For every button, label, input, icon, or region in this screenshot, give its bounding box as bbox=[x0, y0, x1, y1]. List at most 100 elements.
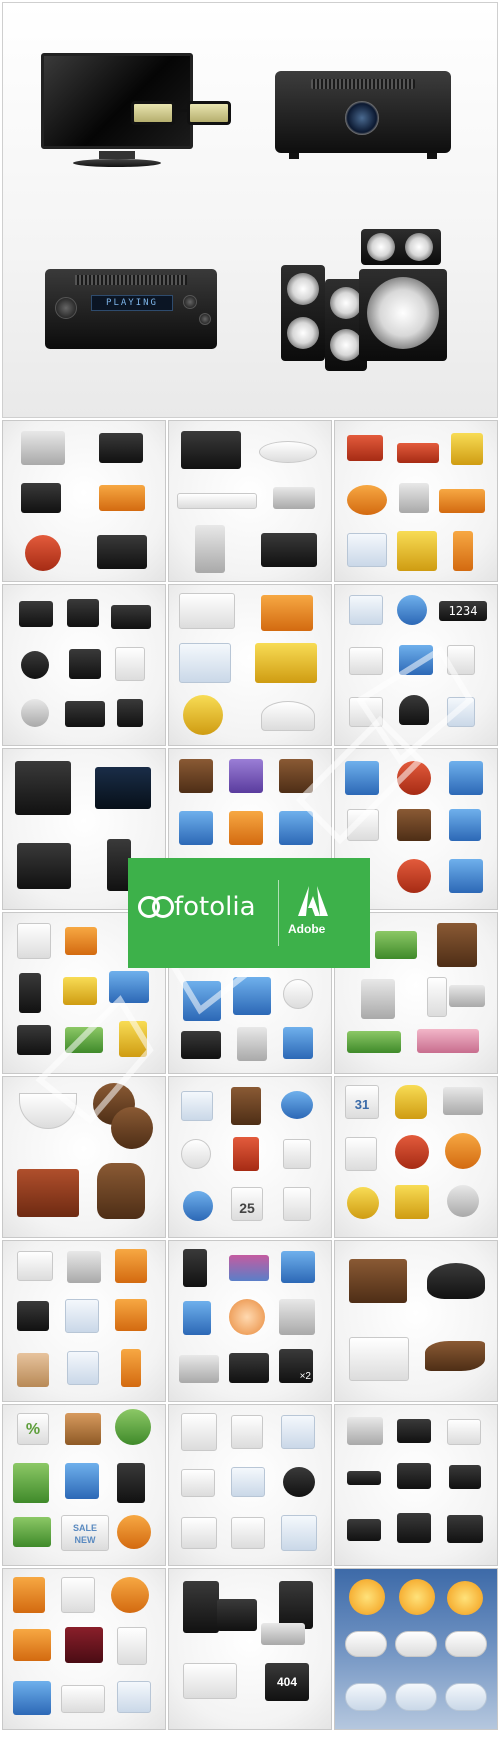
radio-icon bbox=[397, 1419, 431, 1443]
icon-set-grid: 1234 25 31 ×2 % SALE NEW 404 bbox=[2, 420, 498, 1741]
storm-cloud-icon bbox=[395, 1631, 437, 1657]
calendar-page-icon bbox=[347, 809, 379, 841]
lcd-monitor-icon bbox=[181, 1031, 221, 1059]
sun-partly-icon bbox=[447, 1581, 483, 1615]
hard-hat-icon bbox=[347, 485, 387, 515]
tile-computer bbox=[168, 420, 332, 582]
receiver-display: PLAYING bbox=[91, 295, 173, 311]
brick-wall-icon bbox=[397, 443, 439, 463]
tablet-icon bbox=[117, 699, 143, 727]
portable-player-icon bbox=[115, 647, 145, 681]
mic-app-icon bbox=[179, 811, 213, 845]
snow-cloud-icon bbox=[345, 1683, 387, 1711]
clapper-icon bbox=[279, 759, 313, 793]
paper-sheet-icon bbox=[447, 1419, 481, 1445]
home-icon bbox=[349, 595, 383, 625]
sun-cloud-icon bbox=[399, 1579, 435, 1615]
keyboard-icon bbox=[177, 493, 257, 509]
camcorder-icon bbox=[67, 599, 99, 627]
counter-icon: 1234 bbox=[439, 601, 487, 621]
palette-icon bbox=[443, 1087, 483, 1115]
fax-icon bbox=[347, 1417, 383, 1445]
wallet-icon bbox=[65, 927, 97, 955]
fotolia-wordmark: fotolia bbox=[174, 892, 256, 922]
book-stack-icon bbox=[231, 1467, 265, 1497]
screwdriver-icon bbox=[451, 433, 483, 465]
media-player-icon bbox=[15, 761, 71, 815]
pda-icon bbox=[19, 973, 41, 1013]
tile-cafe bbox=[2, 1076, 166, 1238]
magnifier-dark-icon bbox=[283, 1467, 315, 1497]
speech-bubble-icon bbox=[281, 1091, 313, 1119]
dvd-player-icon bbox=[347, 1471, 381, 1485]
computer-tower-icon bbox=[195, 525, 225, 573]
helmet-icon bbox=[261, 701, 315, 731]
calendar-31-icon: 31 bbox=[345, 1085, 379, 1119]
wheelbarrow-icon bbox=[439, 489, 485, 513]
globe-icon bbox=[183, 1191, 213, 1221]
cupcake-2-icon bbox=[111, 1107, 153, 1149]
camera-icon bbox=[19, 601, 53, 627]
video-player-icon bbox=[449, 1465, 481, 1489]
archive-box-icon bbox=[21, 431, 65, 465]
shopping-bag-light-icon bbox=[65, 1463, 99, 1499]
file-box-icon bbox=[231, 1517, 265, 1549]
document-icon bbox=[349, 697, 383, 727]
coffee-pot-icon bbox=[97, 1163, 145, 1219]
tile-construction bbox=[334, 420, 498, 582]
delivery-truck-icon bbox=[61, 1685, 105, 1713]
desktop-monitor-icon bbox=[397, 1513, 431, 1543]
magnifier-plan-icon bbox=[179, 643, 231, 683]
drizzle-cloud-icon bbox=[445, 1631, 487, 1657]
sun-icon bbox=[349, 1579, 385, 1615]
phone-24-icon bbox=[111, 1577, 149, 1613]
server-tower-icon bbox=[279, 1581, 313, 1629]
calendar-icon bbox=[99, 485, 145, 511]
cash-calculator-icon bbox=[117, 1627, 147, 1665]
floppy-disk-icon bbox=[229, 759, 263, 793]
euro-bills-icon bbox=[417, 1029, 479, 1053]
brick-icon bbox=[347, 435, 383, 461]
medal-icon bbox=[347, 1187, 379, 1219]
thumbs-up-icon bbox=[397, 595, 427, 625]
shop-front-icon bbox=[13, 1681, 51, 1715]
hourglass-icon bbox=[427, 977, 447, 1017]
webcam-icon bbox=[21, 699, 49, 727]
apple-icon bbox=[397, 761, 431, 795]
lifebuoy-icon bbox=[117, 1515, 151, 1549]
envelope-icon bbox=[117, 1681, 151, 1713]
document-pen-icon bbox=[181, 1413, 217, 1451]
basket-icon bbox=[65, 1413, 101, 1445]
coin-stack-icon bbox=[361, 979, 395, 1019]
tile-shopping: % SALE NEW bbox=[2, 1404, 166, 1566]
tile-office-misc: 25 bbox=[168, 1076, 332, 1238]
shopping-cart-icon bbox=[13, 1463, 49, 1503]
new-label: NEW bbox=[74, 1535, 96, 1545]
laptop-small-icon bbox=[397, 1463, 431, 1489]
photo-frame-icon bbox=[283, 1027, 313, 1059]
scroll-icon bbox=[17, 1251, 53, 1281]
hail-cloud-icon bbox=[445, 1683, 487, 1711]
tape-measure-icon bbox=[183, 695, 223, 735]
tile-peripherals bbox=[334, 1404, 498, 1566]
gift-wrap-icon bbox=[281, 1251, 315, 1283]
3d-glasses-icon bbox=[131, 101, 239, 127]
mailbox-icon bbox=[115, 1249, 147, 1283]
bookmark-icon bbox=[233, 1137, 259, 1171]
wristwatch-icon bbox=[449, 985, 485, 1007]
books-icon bbox=[67, 1251, 101, 1283]
laptop-blue-icon bbox=[109, 971, 149, 1003]
tile-weather bbox=[334, 1568, 498, 1730]
tag-paper-icon bbox=[281, 1415, 315, 1449]
scanner-icon bbox=[179, 1355, 219, 1383]
magic-hat-icon bbox=[399, 695, 429, 725]
bank-icon bbox=[17, 923, 51, 959]
bell-icon bbox=[395, 1085, 427, 1119]
webcam-round-icon bbox=[283, 979, 313, 1009]
folder-icon bbox=[181, 1469, 215, 1497]
server-rack-icon bbox=[183, 1581, 219, 1633]
cardboard-box-icon bbox=[17, 1353, 49, 1387]
magnifying-glass-icon bbox=[181, 1139, 211, 1169]
pencil-icon bbox=[447, 697, 475, 727]
wicker-basket-icon bbox=[13, 1629, 51, 1661]
